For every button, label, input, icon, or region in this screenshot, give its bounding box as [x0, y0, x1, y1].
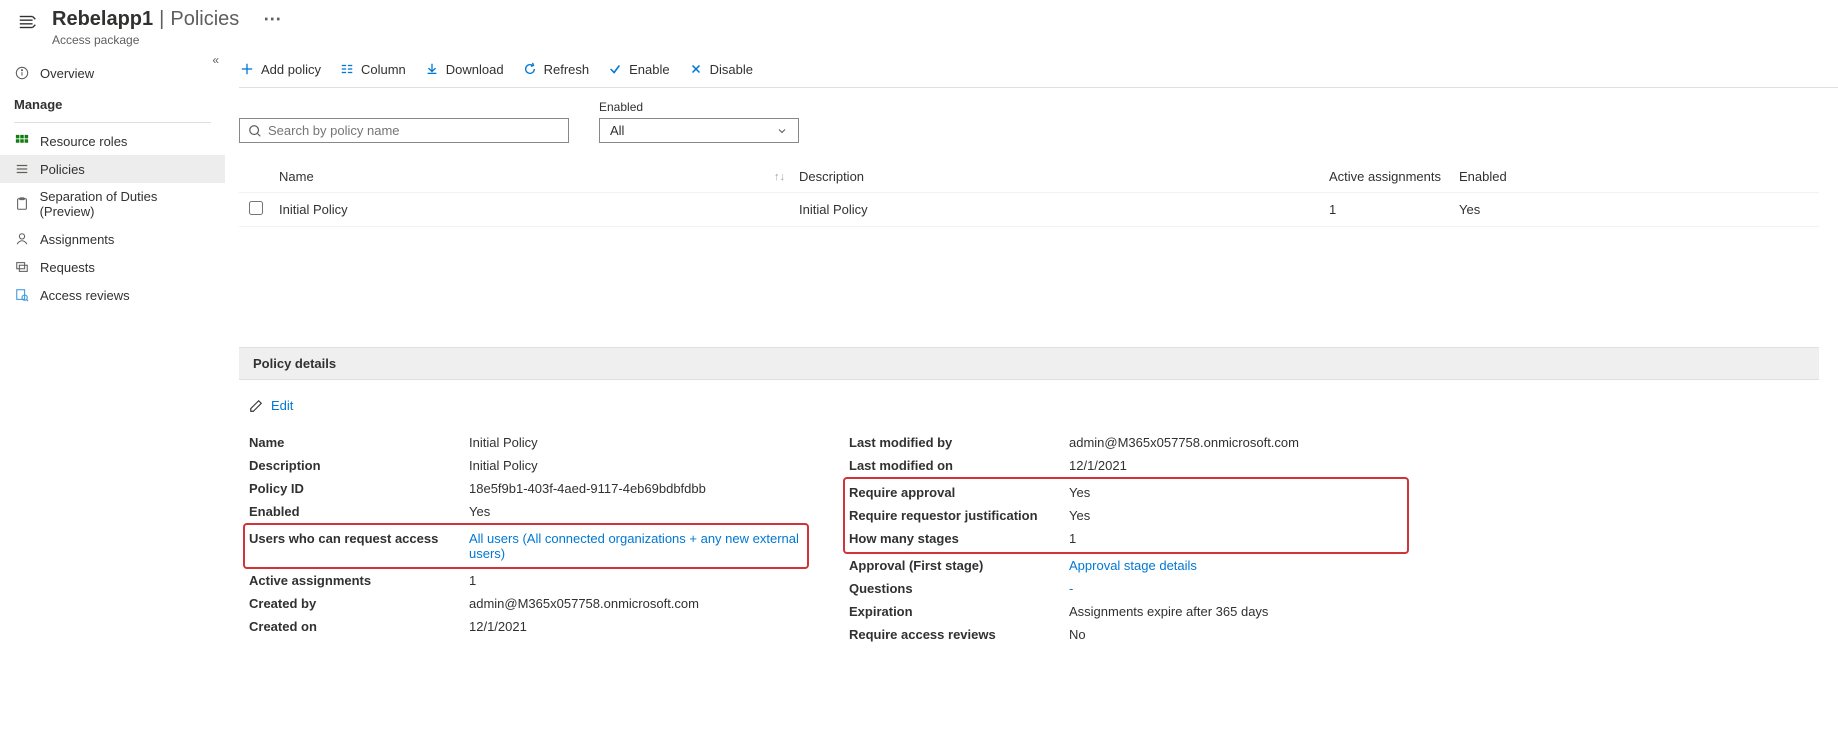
requests-icon	[14, 259, 30, 275]
policy-details-header: Policy details	[239, 347, 1819, 380]
detail-created-on: 12/1/2021	[469, 619, 809, 634]
details-left-column: NameInitial Policy DescriptionInitial Po…	[249, 431, 809, 646]
clipboard-icon	[14, 196, 30, 212]
search-field[interactable]	[268, 123, 560, 138]
cell-enabled: Yes	[1459, 202, 1559, 217]
collapse-sidebar-button[interactable]: «	[212, 53, 219, 67]
sidebar-item-overview[interactable]: Overview	[0, 59, 225, 87]
page-title: Rebelapp1 | Policies ⋯	[52, 8, 281, 31]
col-header-active[interactable]: Active assignments	[1329, 169, 1459, 184]
detail-enabled: Yes	[469, 504, 809, 519]
check-icon	[607, 61, 623, 77]
enabled-filter-label: Enabled	[599, 100, 799, 114]
sidebar-item-label: Overview	[40, 66, 94, 81]
chevron-down-icon	[776, 125, 788, 137]
details-right-column: Last modified byadmin@M365x057758.onmicr…	[849, 431, 1409, 646]
sort-icon[interactable]: ↑↓	[774, 171, 785, 183]
table-header: Name ↑↓ Description Active assignments E…	[239, 161, 1819, 193]
more-actions-button[interactable]: ⋯	[263, 9, 281, 30]
pencil-icon	[249, 399, 263, 413]
detail-stages: 1	[1069, 531, 1403, 546]
refresh-icon	[522, 61, 538, 77]
x-icon	[688, 61, 704, 77]
sidebar-item-separation[interactable]: Separation of Duties (Preview)	[0, 183, 225, 225]
policy-details-body: Edit NameInitial Policy DescriptionIniti…	[239, 380, 1819, 660]
sidebar-item-requests[interactable]: Requests	[0, 253, 225, 281]
main-content: Add policy Column Download Refresh Enabl…	[225, 53, 1838, 733]
review-icon	[14, 287, 30, 303]
download-button[interactable]: Download	[424, 61, 504, 77]
filters-row: Enabled All	[239, 88, 1838, 161]
detail-expiration: Assignments expire after 365 days	[1069, 604, 1409, 619]
sidebar: « Overview Manage Resource roles Policie…	[0, 53, 225, 733]
divider	[14, 122, 211, 123]
sidebar-item-assignments[interactable]: Assignments	[0, 225, 225, 253]
detail-modified-by: admin@M365x057758.onmicrosoft.com	[1069, 435, 1409, 450]
search-icon	[248, 124, 262, 138]
search-input[interactable]	[239, 118, 569, 143]
detail-access-reviews: No	[1069, 627, 1409, 642]
grid-icon	[14, 133, 30, 149]
sidebar-item-label: Policies	[40, 162, 85, 177]
enable-button[interactable]: Enable	[607, 61, 669, 77]
detail-require-justification: Yes	[1069, 508, 1403, 523]
cell-active: 1	[1329, 202, 1459, 217]
detail-policy-id: 18e5f9b1-403f-4aed-9117-4eb69bdbfdbb	[469, 481, 809, 496]
sidebar-item-label: Assignments	[40, 232, 114, 247]
detail-modified-on: 12/1/2021	[1069, 458, 1409, 473]
detail-created-by: admin@M365x057758.onmicrosoft.com	[469, 596, 809, 611]
highlight-users-row: Users who can request accessAll users (A…	[243, 523, 809, 569]
download-icon	[424, 61, 440, 77]
person-icon	[14, 231, 30, 247]
enabled-filter-dropdown[interactable]: All	[599, 118, 799, 143]
detail-users-link[interactable]: All users (All connected organizations +…	[469, 531, 803, 561]
sidebar-item-label: Access reviews	[40, 288, 130, 303]
row-checkbox[interactable]	[249, 201, 263, 215]
sidebar-item-label: Separation of Duties (Preview)	[40, 189, 211, 219]
sidebar-section-manage: Manage	[0, 87, 225, 118]
plus-icon	[239, 61, 255, 77]
detail-name: Initial Policy	[469, 435, 809, 450]
policies-table: Name ↑↓ Description Active assignments E…	[239, 161, 1819, 227]
columns-icon	[339, 61, 355, 77]
sidebar-item-policies[interactable]: Policies	[0, 155, 225, 183]
sidebar-item-label: Resource roles	[40, 134, 127, 149]
page-subtitle: Access package	[52, 33, 281, 47]
toolbar: Add policy Column Download Refresh Enabl…	[239, 53, 1838, 88]
sidebar-item-resource-roles[interactable]: Resource roles	[0, 127, 225, 155]
cell-description: Initial Policy	[799, 202, 1329, 217]
add-policy-button[interactable]: Add policy	[239, 61, 321, 77]
access-package-icon	[14, 8, 42, 36]
info-icon	[14, 65, 30, 81]
detail-require-approval: Yes	[1069, 485, 1403, 500]
detail-questions[interactable]: -	[1069, 581, 1409, 596]
highlight-approval-rows: Require approvalYes Require requestor ju…	[843, 477, 1409, 554]
col-header-description[interactable]: Description	[799, 169, 1329, 184]
detail-description: Initial Policy	[469, 458, 809, 473]
sidebar-item-label: Requests	[40, 260, 95, 275]
edit-button[interactable]: Edit	[249, 398, 1809, 413]
detail-approval-stage-link[interactable]: Approval stage details	[1069, 558, 1409, 573]
sidebar-item-access-reviews[interactable]: Access reviews	[0, 281, 225, 309]
list-icon	[14, 161, 30, 177]
column-button[interactable]: Column	[339, 61, 406, 77]
refresh-button[interactable]: Refresh	[522, 61, 590, 77]
disable-button[interactable]: Disable	[688, 61, 753, 77]
col-header-enabled[interactable]: Enabled	[1459, 169, 1559, 184]
col-header-name[interactable]: Name	[279, 169, 314, 184]
cell-name: Initial Policy	[279, 202, 799, 217]
detail-active-assignments: 1	[469, 573, 809, 588]
page-header: Rebelapp1 | Policies ⋯ Access package	[0, 0, 1838, 53]
table-row[interactable]: Initial Policy Initial Policy 1 Yes	[239, 193, 1819, 227]
